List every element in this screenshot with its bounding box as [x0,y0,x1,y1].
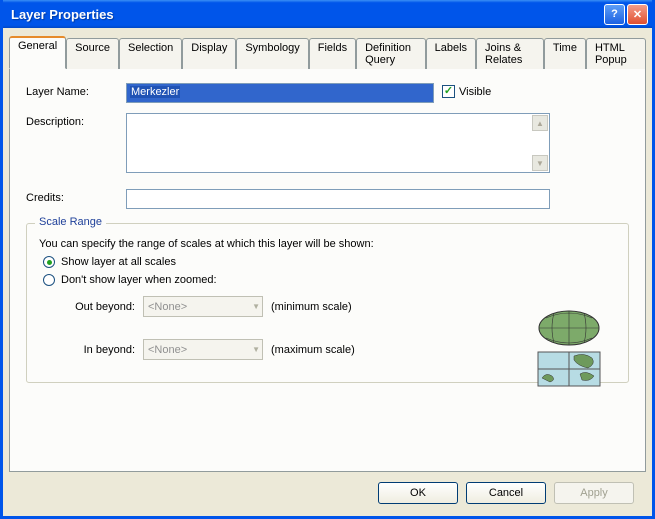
tab-html-popup[interactable]: HTML Popup [586,38,646,69]
description-scrollbar[interactable]: ▲ ▼ [532,115,548,171]
radio-dont-show-label: Don't show layer when zoomed: [61,274,217,286]
tab-fields[interactable]: Fields [309,38,356,69]
visible-label: Visible [459,86,491,98]
tab-joins-relates[interactable]: Joins & Relates [476,38,544,69]
globe-icon [534,308,604,388]
tab-definition-query[interactable]: Definition Query [356,38,425,69]
radio-show-all-label: Show layer at all scales [61,256,176,268]
tab-symbology[interactable]: Symbology [236,38,308,69]
scale-illustration [534,308,604,391]
description-textarea[interactable]: ▲ ▼ [126,113,550,173]
apply-button[interactable]: Apply [554,482,634,504]
tab-panel-general: Layer Name: Merkezler ✓ Visible Descript… [9,68,646,472]
radio-icon-unchecked [43,274,55,286]
titlebar[interactable]: Layer Properties ? ✕ [3,0,652,28]
close-button[interactable]: ✕ [627,4,648,25]
chevron-down-icon: ▼ [252,345,260,354]
tab-general[interactable]: General [9,36,66,69]
layer-name-input[interactable]: Merkezler [126,83,434,103]
scale-range-legend: Scale Range [35,216,106,228]
tab-strip: General Source Selection Display Symbolo… [9,36,646,69]
in-beyond-combo[interactable]: <None> ▼ [143,339,263,360]
visible-checkbox[interactable]: ✓ Visible [442,85,491,98]
tab-labels[interactable]: Labels [426,38,476,69]
in-beyond-value: <None> [148,344,187,356]
out-beyond-hint: (minimum scale) [271,301,352,313]
checkbox-box: ✓ [442,85,455,98]
in-beyond-hint: (maximum scale) [271,344,355,356]
tab-time[interactable]: Time [544,38,586,69]
radio-dont-show-zoomed[interactable]: Don't show layer when zoomed: [43,274,616,286]
layer-name-label: Layer Name: [26,83,126,98]
credits-label: Credits: [26,189,126,204]
help-button[interactable]: ? [604,4,625,25]
tab-source[interactable]: Source [66,38,119,69]
in-beyond-label: In beyond: [59,344,143,356]
ok-button[interactable]: OK [378,482,458,504]
tab-selection[interactable]: Selection [119,38,182,69]
dialog-footer: OK Cancel Apply [9,472,646,516]
check-icon: ✓ [444,86,453,97]
scroll-down-icon[interactable]: ▼ [532,155,548,171]
cancel-button[interactable]: Cancel [466,482,546,504]
content-area: General Source Selection Display Symbolo… [3,28,652,516]
close-icon: ✕ [633,8,642,21]
description-label: Description: [26,113,126,128]
out-beyond-combo[interactable]: <None> ▼ [143,296,263,317]
layer-name-value: Merkezler [130,86,180,98]
out-beyond-label: Out beyond: [59,301,143,313]
out-beyond-value: <None> [148,301,187,313]
help-icon: ? [611,8,618,20]
radio-icon-checked [43,256,55,268]
titlebar-text: Layer Properties [11,7,602,22]
tab-display[interactable]: Display [182,38,236,69]
radio-show-all-scales[interactable]: Show layer at all scales [43,256,616,268]
credits-input[interactable] [126,189,550,209]
scale-range-fieldset: Scale Range You can specify the range of… [26,223,629,383]
scale-range-intro: You can specify the range of scales at w… [39,238,616,250]
dialog-window: Layer Properties ? ✕ General Source Sele… [0,0,655,519]
chevron-down-icon: ▼ [252,302,260,311]
scroll-up-icon[interactable]: ▲ [532,115,548,131]
